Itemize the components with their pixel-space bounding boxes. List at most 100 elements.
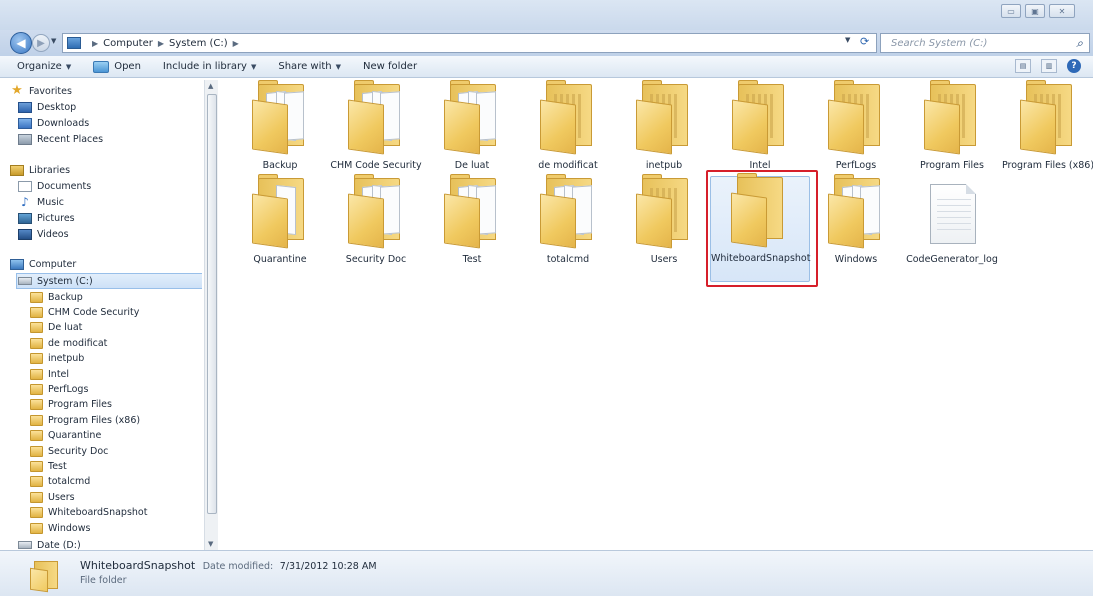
folder-strip (1058, 94, 1061, 138)
desktop-icon (18, 101, 32, 113)
sidebar-item-security-doc-label: Security Doc (48, 445, 109, 457)
folder-front (348, 193, 384, 249)
chevron-down-icon: ▼ (335, 62, 342, 71)
file-item-perflogs[interactable]: PerfLogs (808, 80, 904, 186)
back-button[interactable]: ◀ (10, 32, 32, 54)
address-dropdown[interactable]: ▼ (845, 36, 850, 44)
sidebar-item-program-files-x86[interactable]: Program Files (x86) (30, 413, 140, 427)
open-label: Open (114, 61, 141, 72)
close-button[interactable]: ✕ (1049, 4, 1075, 18)
refresh-button[interactable]: ⟳ (860, 35, 869, 48)
sidebar-item-test[interactable]: Test (30, 459, 67, 473)
open-button[interactable]: Open (93, 60, 141, 73)
search-icon[interactable]: ⌕ (1076, 36, 1083, 51)
breadcrumb-system-c[interactable]: System (C:) (169, 38, 228, 49)
sidebar-item-desktop[interactable]: Desktop (18, 100, 76, 114)
sidebar-item-windows-label: Windows (48, 522, 91, 534)
navigation-scrollbar[interactable]: ▲ ▼ (204, 80, 218, 550)
sidebar-item-windows[interactable]: Windows (30, 521, 90, 535)
sidebar-computer[interactable]: Computer (10, 257, 76, 271)
file-item-users[interactable]: Users (616, 174, 712, 280)
file-item-inetpub[interactable]: inetpub (616, 80, 712, 186)
file-item-backup[interactable]: Backup (232, 80, 328, 186)
file-item-security-doc[interactable]: Security Doc (328, 174, 424, 280)
sidebar-item-whiteboardsnapshot-label: WhiteboardSnapshot (48, 507, 148, 519)
sidebar-item-totalcmd-label: totalcmd (48, 476, 91, 488)
file-item-codegenerator-log[interactable]: CodeGenerator_log (904, 178, 1000, 280)
sidebar-item-system-c[interactable]: System (C:) (18, 274, 93, 288)
refresh-icon: ⟳ (860, 35, 870, 48)
maximize-button[interactable]: ▣ (1025, 4, 1045, 18)
scroll-down-icon[interactable]: ▼ (208, 540, 213, 548)
sidebar-item-de-modificat[interactable]: de modificat (30, 336, 107, 350)
sidebar-item-users-label: Users (48, 491, 75, 503)
title-bar: ▭ ▣ ✕ (0, 0, 1093, 30)
sidebar-item-music[interactable]: ♪ Music (18, 195, 64, 209)
sidebar-item-downloads[interactable]: Downloads (18, 116, 89, 130)
file-item-label: Quarantine (253, 254, 307, 265)
sidebar-item-recent-places[interactable]: Recent Places (18, 132, 103, 146)
include-in-library-button[interactable]: Include in library ▼ (163, 61, 256, 72)
sidebar-item-perflogs[interactable]: PerfLogs (30, 382, 88, 396)
sidebar-item-chm-code-security[interactable]: CHM Code Security (30, 305, 139, 319)
folder-icon (30, 522, 43, 534)
folder-icon (636, 174, 694, 249)
sidebar-item-videos[interactable]: Videos (18, 227, 69, 241)
search-input[interactable]: Search System (C:) ⌕ (880, 33, 1090, 53)
sidebar-item-pictures[interactable]: Pictures (18, 211, 75, 225)
sidebar-item-program-files[interactable]: Program Files (30, 398, 112, 412)
sidebar-item-intel[interactable]: Intel (30, 367, 69, 381)
text-line (937, 229, 971, 230)
sidebar-item-whiteboardsnapshot[interactable]: WhiteboardSnapshot (30, 506, 147, 520)
forward-button[interactable]: ▶ (32, 34, 50, 52)
folder-front (540, 99, 576, 155)
sidebar-item-inetpub[interactable]: inetpub (30, 352, 84, 366)
help-icon[interactable]: ? (1067, 59, 1081, 73)
file-item-label: Test (462, 254, 482, 265)
folder-front (1020, 99, 1056, 155)
file-item-de-modificat[interactable]: de modificat (520, 80, 616, 186)
sidebar-item-documents[interactable]: Documents (18, 179, 91, 193)
scroll-up-icon[interactable]: ▲ (208, 82, 213, 90)
file-item-quarantine[interactable]: Quarantine (232, 174, 328, 280)
breadcrumb-separator-icon[interactable]: ▶ (158, 39, 164, 48)
change-view-button[interactable]: ▤ (1015, 59, 1031, 73)
new-folder-button[interactable]: New folder (363, 61, 417, 72)
sidebar-item-de-luat[interactable]: De luat (30, 321, 82, 335)
folder-strip (962, 94, 965, 138)
recent-pages-dropdown[interactable]: ▼ (51, 37, 56, 45)
breadcrumb-separator-icon[interactable]: ▶ (233, 39, 239, 48)
sidebar-item-security-doc[interactable]: Security Doc (30, 444, 108, 458)
folder-icon (30, 291, 43, 303)
pictures-icon (18, 212, 32, 224)
sidebar-item-date-d[interactable]: Date (D:) (18, 538, 81, 550)
folder-icon (30, 337, 43, 349)
sidebar-libraries[interactable]: Libraries (10, 163, 70, 177)
organize-button[interactable]: Organize ▼ (17, 61, 71, 72)
breadcrumb-computer[interactable]: Computer (103, 38, 153, 49)
sidebar-favorites[interactable]: ★ Favorites (10, 84, 72, 98)
file-item-totalcmd[interactable]: totalcmd (520, 174, 616, 280)
preview-pane-button[interactable]: ▥ (1041, 59, 1057, 73)
sidebar-item-backup[interactable]: Backup (30, 290, 83, 304)
minimize-button[interactable]: ▭ (1001, 4, 1021, 18)
address-bar[interactable]: ▶ Computer ▶ System (C:) ▶ (62, 33, 877, 53)
breadcrumb-separator-icon[interactable]: ▶ (92, 39, 98, 48)
file-item-test[interactable]: Test (424, 174, 520, 280)
file-item-de-luat[interactable]: De luat (424, 80, 520, 186)
file-item-program-files-x86[interactable]: Program Files (x86) (1000, 80, 1093, 186)
sidebar-item-totalcmd[interactable]: totalcmd (30, 475, 90, 489)
share-with-button[interactable]: Share with ▼ (278, 61, 341, 72)
file-list: Backup CHM Code Security De luat de modific… (222, 80, 1093, 550)
navigation-row: ◀ ▶ ▼ ▶ Computer ▶ System (C:) ▶ ▼ ⟳ Sea… (0, 30, 1093, 56)
file-item-windows[interactable]: Windows (808, 174, 904, 280)
scrollbar-thumb[interactable] (207, 94, 217, 514)
open-folder-icon (93, 60, 110, 73)
sidebar-item-pictures-label: Pictures (37, 212, 75, 224)
sidebar-item-quarantine[interactable]: Quarantine (30, 429, 101, 443)
command-bar: Organize ▼ Open Include in library ▼ Sha… (0, 56, 1093, 78)
sidebar-item-users[interactable]: Users (30, 490, 75, 504)
file-item-chm-code-security[interactable]: CHM Code Security (328, 80, 424, 186)
share-with-label: Share with (278, 61, 332, 72)
file-item-program-files[interactable]: Program Files (904, 80, 1000, 186)
